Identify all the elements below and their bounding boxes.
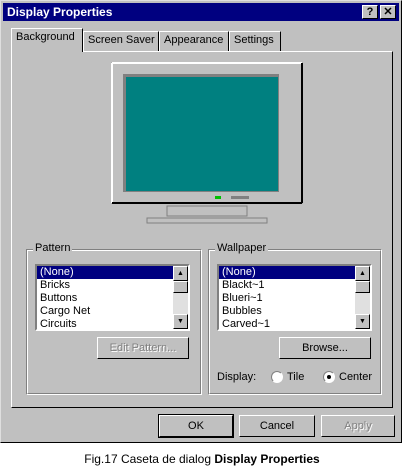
tile-radio[interactable] — [271, 371, 283, 383]
window-title: Display Properties — [7, 5, 113, 19]
wallpaper-list[interactable]: (None) Blackt~1 Blueri~1 Bubbles Carved~… — [217, 264, 372, 331]
tab-label: Screen Saver — [88, 34, 155, 46]
list-item[interactable]: Buttons — [37, 292, 188, 305]
monitor-preview — [111, 62, 303, 224]
tab-appearance[interactable]: Appearance — [159, 31, 229, 51]
pattern-list[interactable]: (None) Bricks Buttons Cargo Net Circuits… — [35, 264, 190, 331]
figure-caption: Fig.17 Caseta de dialog Display Properti… — [0, 452, 404, 466]
scroll-up-icon[interactable]: ▲ — [173, 266, 188, 281]
list-item[interactable]: Circuits — [37, 318, 188, 329]
scroll-thumb[interactable] — [355, 281, 370, 293]
tab-label: Background — [16, 31, 75, 43]
help-button[interactable]: ? — [362, 5, 378, 19]
pattern-label: Pattern — [33, 242, 73, 254]
scroll-down-icon[interactable]: ▼ — [355, 314, 370, 329]
radio-dot-icon — [327, 375, 331, 379]
list-item[interactable]: Blueri~1 — [219, 292, 370, 305]
tile-label[interactable]: Tile — [287, 371, 304, 383]
list-item[interactable]: Bricks — [37, 279, 188, 292]
scroll-thumb[interactable] — [173, 281, 188, 293]
list-item[interactable]: Blackt~1 — [219, 279, 370, 292]
wallpaper-label: Wallpaper — [215, 242, 269, 254]
scroll-down-icon[interactable]: ▼ — [173, 314, 188, 329]
cancel-button[interactable]: Cancel — [239, 415, 315, 437]
edit-pattern-button[interactable]: Edit Pattern... — [97, 337, 189, 359]
tab-panel: Pattern (None) Bricks Buttons Cargo Net … — [11, 51, 393, 408]
center-label[interactable]: Center — [339, 371, 372, 383]
close-button[interactable]: ✕ — [380, 5, 396, 19]
dialog-window: Display Properties ? ✕ Background Screen… — [0, 0, 402, 443]
apply-button[interactable]: Apply — [321, 415, 395, 437]
monitor-screen — [126, 77, 278, 191]
display-label: Display: — [217, 371, 257, 383]
list-item[interactable]: (None) — [37, 266, 188, 279]
pattern-group: Pattern (None) Bricks Buttons Cargo Net … — [26, 242, 202, 395]
list-item[interactable]: Cargo Net — [37, 305, 188, 318]
pattern-scrollbar[interactable]: ▲ ▼ — [173, 266, 188, 329]
ok-button[interactable]: OK — [158, 414, 234, 438]
tab-settings[interactable]: Settings — [229, 31, 281, 51]
list-item[interactable]: Carved~1 — [219, 318, 370, 329]
center-radio[interactable] — [323, 371, 335, 383]
wallpaper-group: Wallpaper (None) Blackt~1 Blueri~1 Bubbl… — [208, 242, 382, 395]
caption-text: Fig.17 Caseta de dialog — [84, 452, 215, 466]
tab-background[interactable]: Background — [11, 28, 83, 52]
caption-bold-text: Display Properties — [214, 452, 320, 466]
list-item[interactable]: (None) — [219, 266, 370, 279]
title-bar[interactable]: Display Properties ? ✕ — [3, 3, 399, 21]
scroll-up-icon[interactable]: ▲ — [355, 266, 370, 281]
tab-screen-saver[interactable]: Screen Saver — [83, 31, 159, 51]
tab-label: Appearance — [164, 34, 224, 46]
browse-button[interactable]: Browse... — [279, 337, 371, 359]
wallpaper-scrollbar[interactable]: ▲ ▼ — [355, 266, 370, 329]
list-item[interactable]: Bubbles — [219, 305, 370, 318]
tab-label: Settings — [234, 34, 274, 46]
